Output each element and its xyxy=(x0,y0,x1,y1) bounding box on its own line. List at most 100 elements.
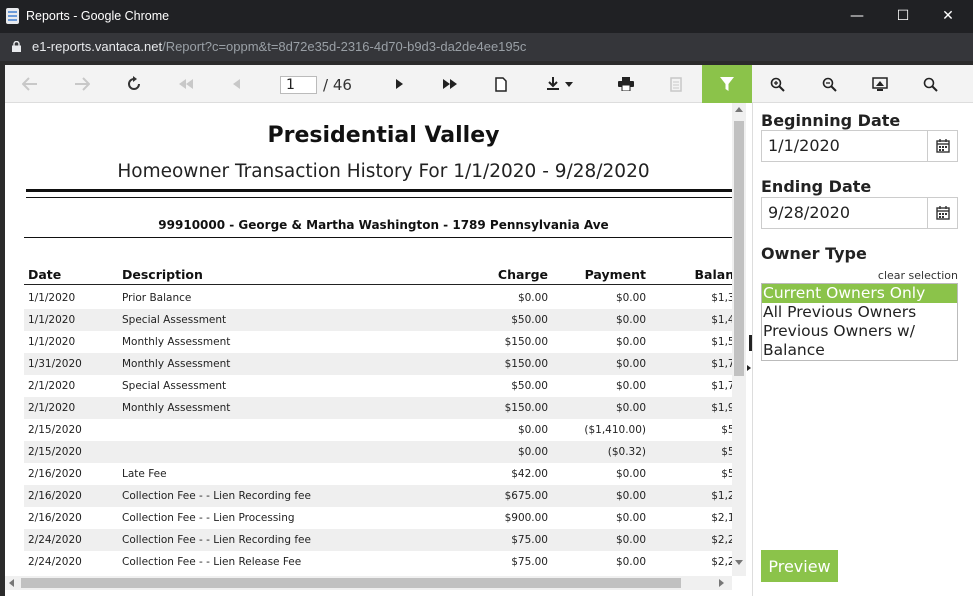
cell-payment: $0.00 xyxy=(615,358,646,370)
last-page-icon[interactable] xyxy=(425,65,475,103)
table-row: 2/15/2020 $0.00 ($0.32) $528.0 xyxy=(24,441,732,463)
beginning-date-input[interactable]: 1/1/2020 xyxy=(761,130,928,162)
ending-date-calendar-button[interactable] xyxy=(928,197,958,229)
first-page-icon[interactable] xyxy=(161,65,211,103)
owner-type-label: Owner Type xyxy=(761,244,867,263)
cell-balance: $1,388.0 xyxy=(711,292,732,304)
maximize-button[interactable]: ☐ xyxy=(880,0,926,33)
cell-description: Special Assessment xyxy=(122,314,227,326)
cell-date: 2/15/2020 xyxy=(28,446,82,458)
page-number-input[interactable]: 1 xyxy=(280,76,317,94)
cell-charge: $42.00 xyxy=(511,468,548,480)
transaction-table: 1/1/2020 Prior Balance $0.00 $0.00 $1,388.0 1… xyxy=(24,287,732,573)
owner-divider xyxy=(24,237,732,238)
minimize-button[interactable]: — xyxy=(834,0,880,33)
address-bar[interactable]: e1-reports.vantaca.net/Report?c=oppm&t=8… xyxy=(0,33,973,61)
calendar-icon xyxy=(935,206,950,220)
owner-type-option-all-previous[interactable]: All Previous Owners xyxy=(762,303,957,322)
cell-charge: $0.00 xyxy=(517,424,548,436)
cell-charge: $75.00 xyxy=(511,534,548,546)
table-row: 2/16/2020 Collection Fee - - Lien Process… xyxy=(24,507,732,529)
cell-payment: $0.00 xyxy=(615,380,646,392)
cell-charge: $0.00 xyxy=(517,446,548,458)
table-row: 1/31/2020 Monthly Assessment $150.00 $0.00 $… xyxy=(24,353,732,375)
fit-page-icon[interactable] xyxy=(855,65,905,103)
cell-charge: $50.00 xyxy=(511,380,548,392)
table-row: 2/24/2020 Collection Fee - - Lien Release… xyxy=(24,551,732,573)
cell-date: 2/16/2020 xyxy=(28,490,82,502)
cell-description: Collection Fee - - Lien Recording fee xyxy=(122,534,311,546)
prev-page-icon[interactable] xyxy=(211,65,261,103)
cell-date: 2/16/2020 xyxy=(28,512,82,524)
zoom-out-icon[interactable] xyxy=(804,65,854,103)
scroll-up-icon[interactable] xyxy=(735,107,743,112)
report-title: Presidential Valley xyxy=(267,123,500,148)
page-setup-icon[interactable] xyxy=(476,65,526,103)
cell-charge: $900.00 xyxy=(504,512,548,524)
zoom-in-icon[interactable] xyxy=(752,65,802,103)
table-row: 2/1/2020 Special Assessment $50.00 $0.00 $1,… xyxy=(24,375,732,397)
table-row: 1/1/2020 Prior Balance $0.00 $0.00 $1,388.0 xyxy=(24,287,732,309)
col-payment: Payment xyxy=(584,267,646,282)
close-button[interactable]: ✕ xyxy=(925,0,971,33)
cell-payment: $0.00 xyxy=(615,468,646,480)
cell-date: 1/1/2020 xyxy=(28,314,76,326)
preview-button[interactable]: Preview xyxy=(761,550,838,582)
table-header: Date Description Charge Payment Balance xyxy=(24,265,732,285)
report-page: Presidential Valley Homeowner Transactio… xyxy=(5,103,732,576)
calendar-icon xyxy=(935,139,950,153)
filter-icon[interactable] xyxy=(702,65,752,103)
horizontal-scrollbar[interactable] xyxy=(5,576,732,590)
cell-description: Late Fee xyxy=(122,468,167,480)
report-subtitle: Homeowner Transaction History For 1/1/20… xyxy=(117,161,650,182)
parameters-panel: Beginning Date 1/1/2020 Ending Date 9/28… xyxy=(752,103,973,596)
scroll-right-icon[interactable] xyxy=(719,579,724,587)
title-divider xyxy=(26,189,732,192)
print-layout-icon[interactable] xyxy=(651,65,701,103)
print-icon[interactable] xyxy=(601,65,651,103)
table-row: 2/15/2020 $0.00 ($1,410.00) $528.0 xyxy=(24,419,732,441)
cell-charge: $675.00 xyxy=(504,490,548,502)
next-page-icon[interactable] xyxy=(374,65,424,103)
search-icon[interactable] xyxy=(905,65,955,103)
cell-balance: $1,438.0 xyxy=(711,314,732,326)
scroll-left-icon[interactable] xyxy=(9,579,14,587)
beginning-date-label: Beginning Date xyxy=(761,111,901,130)
title-divider-thin xyxy=(26,197,732,198)
cell-description: Collection Fee - - Lien Processing xyxy=(122,512,295,524)
clear-selection-link[interactable]: clear selection xyxy=(761,269,958,282)
table-row: 2/16/2020 Late Fee $42.00 $0.00 $570.0 xyxy=(24,463,732,485)
cell-charge: $150.00 xyxy=(504,402,548,414)
owner-type-option-previous-balance[interactable]: Previous Owners w/ Balance xyxy=(762,322,957,360)
ending-date-input[interactable]: 9/28/2020 xyxy=(761,197,928,229)
cell-date: 2/15/2020 xyxy=(28,424,82,436)
url-text[interactable]: e1-reports.vantaca.net/Report?c=oppm&t=8… xyxy=(32,39,526,54)
cell-charge: $0.00 xyxy=(517,292,548,304)
cell-balance: $1,588.0 xyxy=(711,336,732,348)
cell-balance: $1,245.0 xyxy=(711,490,732,502)
export-dropdown-button[interactable] xyxy=(532,65,588,103)
col-balance: Balance xyxy=(694,267,732,282)
cell-date: 1/1/2020 xyxy=(28,336,76,348)
table-row: 2/16/2020 Collection Fee - - Lien Recordi… xyxy=(24,485,732,507)
url-host: e1-reports.vantaca.net xyxy=(32,39,163,54)
cell-description: Collection Fee - - Lien Recording fee xyxy=(122,490,311,502)
beginning-date-calendar-button[interactable] xyxy=(928,130,958,162)
cell-date: 1/31/2020 xyxy=(28,358,82,370)
owner-type-listbox[interactable]: Current Owners Only All Previous Owners … xyxy=(761,283,958,361)
collapse-arrow-icon[interactable] xyxy=(747,365,751,371)
back-icon[interactable] xyxy=(5,65,55,103)
cell-description: Prior Balance xyxy=(122,292,192,304)
cell-balance: $1,938.0 xyxy=(711,402,732,414)
vertical-scroll-thumb[interactable] xyxy=(734,121,744,376)
owner-type-option-current[interactable]: Current Owners Only xyxy=(762,284,957,303)
refresh-icon[interactable] xyxy=(109,65,159,103)
table-row: 2/1/2020 Monthly Assessment $150.00 $0.00 $1… xyxy=(24,397,732,419)
forward-icon[interactable] xyxy=(57,65,107,103)
cell-description: Monthly Assessment xyxy=(122,336,231,348)
cell-description: Monthly Assessment xyxy=(122,358,231,370)
cell-charge: $75.00 xyxy=(511,556,548,568)
vertical-scrollbar[interactable] xyxy=(732,103,746,576)
horizontal-scroll-thumb[interactable] xyxy=(21,578,681,588)
scroll-down-icon[interactable] xyxy=(735,560,743,565)
